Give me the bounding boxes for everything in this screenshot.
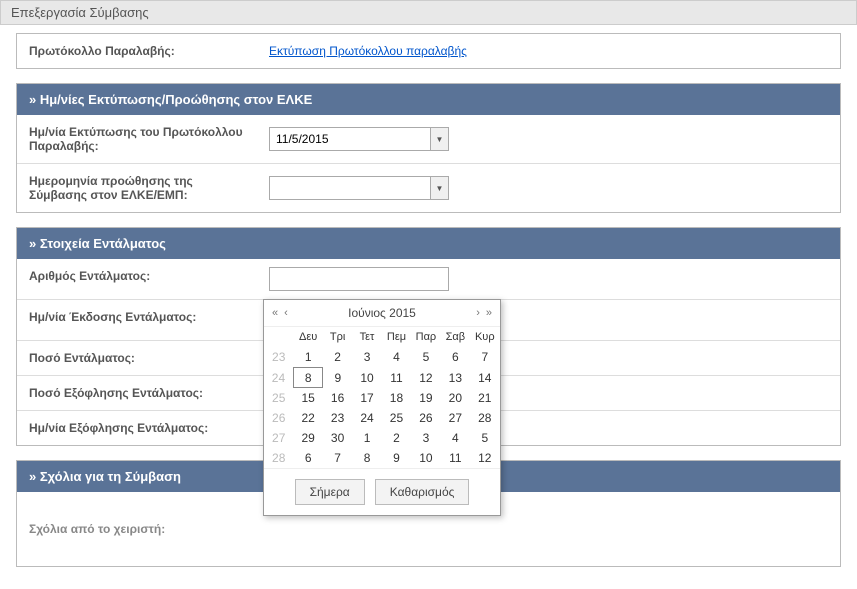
week-number: 28 bbox=[264, 448, 293, 468]
day-cell[interactable]: 16 bbox=[323, 388, 352, 409]
prev-month-icon[interactable]: ‹ bbox=[284, 307, 288, 319]
day-cell[interactable]: 23 bbox=[323, 408, 352, 428]
forward-date-label: Ημερομηνία προώθησης της Σύμβασης στον Ε… bbox=[17, 164, 257, 212]
weekday-header: Δευ bbox=[293, 327, 322, 347]
day-cell[interactable]: 15 bbox=[293, 388, 322, 409]
weekday-header: Κυρ bbox=[470, 327, 499, 347]
day-cell[interactable]: 11 bbox=[441, 448, 470, 468]
week-number: 27 bbox=[264, 428, 293, 448]
day-cell[interactable]: 8 bbox=[352, 448, 381, 468]
print-date-input[interactable] bbox=[270, 128, 430, 150]
warrant-issue-date-label: Ημ/νία Έκδοσης Εντάλματος: bbox=[17, 300, 257, 340]
week-number: 25 bbox=[264, 388, 293, 409]
week-number: 23 bbox=[264, 347, 293, 368]
day-cell[interactable]: 11 bbox=[382, 368, 411, 388]
day-cell[interactable]: 12 bbox=[411, 368, 440, 388]
week-number: 26 bbox=[264, 408, 293, 428]
day-cell[interactable]: 8 bbox=[293, 368, 322, 388]
weekday-header: Πεμ bbox=[382, 327, 411, 347]
protocol-panel: Πρωτόκολλο Παραλαβής: Εκτύπωση Πρωτόκολλ… bbox=[16, 33, 841, 69]
day-cell[interactable]: 29 bbox=[293, 428, 322, 448]
day-cell[interactable]: 3 bbox=[352, 347, 381, 368]
day-cell[interactable]: 6 bbox=[293, 448, 322, 468]
day-cell[interactable]: 9 bbox=[382, 448, 411, 468]
day-cell[interactable]: 4 bbox=[382, 347, 411, 368]
day-cell[interactable]: 10 bbox=[352, 368, 381, 388]
day-cell[interactable]: 18 bbox=[382, 388, 411, 409]
day-cell[interactable]: 30 bbox=[323, 428, 352, 448]
warrant-paid-date-label: Ημ/νία Εξόφλησης Εντάλματος: bbox=[17, 411, 257, 445]
day-cell[interactable]: 12 bbox=[470, 448, 499, 468]
day-cell[interactable]: 28 bbox=[470, 408, 499, 428]
day-cell[interactable]: 7 bbox=[323, 448, 352, 468]
day-cell[interactable]: 20 bbox=[441, 388, 470, 409]
day-cell[interactable]: 1 bbox=[293, 347, 322, 368]
day-cell[interactable]: 19 bbox=[411, 388, 440, 409]
day-cell[interactable]: 24 bbox=[352, 408, 381, 428]
week-number: 24 bbox=[264, 368, 293, 388]
page-title: Επεξεργασία Σύμβασης bbox=[0, 0, 857, 25]
warrant-number-input[interactable] bbox=[269, 267, 449, 291]
print-protocol-link[interactable]: Εκτύπωση Πρωτόκολλου παραλαβής bbox=[269, 44, 467, 58]
day-cell[interactable]: 2 bbox=[323, 347, 352, 368]
print-date-label: Ημ/νία Εκτύπωσης του Πρωτόκολλου Παραλαβ… bbox=[17, 115, 257, 163]
calendar-trigger-icon[interactable]: ▼ bbox=[430, 128, 448, 150]
day-cell[interactable]: 3 bbox=[411, 428, 440, 448]
elke-panel: » Ημ/νίες Εκτύπωσης/Προώθησης στον ΕΛΚΕ … bbox=[16, 83, 841, 213]
day-cell[interactable]: 27 bbox=[441, 408, 470, 428]
prev-year-icon[interactable]: « bbox=[272, 307, 278, 319]
datepicker-popup: « ‹ Ιούνιος 2015 › » ΔευΤριΤετΠεμΠαρΣαβΚ… bbox=[263, 299, 501, 516]
day-cell[interactable]: 6 bbox=[441, 347, 470, 368]
next-month-icon[interactable]: › bbox=[476, 307, 480, 319]
weekday-header: Σαβ bbox=[441, 327, 470, 347]
day-cell[interactable]: 9 bbox=[323, 368, 352, 388]
elke-header: » Ημ/νίες Εκτύπωσης/Προώθησης στον ΕΛΚΕ bbox=[17, 84, 840, 115]
day-cell[interactable]: 4 bbox=[441, 428, 470, 448]
next-year-icon[interactable]: » bbox=[486, 307, 492, 319]
day-cell[interactable]: 17 bbox=[352, 388, 381, 409]
day-cell[interactable]: 13 bbox=[441, 368, 470, 388]
day-cell[interactable]: 21 bbox=[470, 388, 499, 409]
day-cell[interactable]: 10 bbox=[411, 448, 440, 468]
day-cell[interactable]: 5 bbox=[411, 347, 440, 368]
weekday-header: Τετ bbox=[352, 327, 381, 347]
protocol-label: Πρωτόκολλο Παραλαβής: bbox=[17, 34, 257, 68]
day-cell[interactable]: 1 bbox=[352, 428, 381, 448]
calendar-trigger-icon[interactable]: ▼ bbox=[430, 177, 448, 199]
clear-button[interactable]: Καθαρισμός bbox=[375, 479, 470, 505]
day-cell[interactable]: 25 bbox=[382, 408, 411, 428]
day-cell[interactable]: 5 bbox=[470, 428, 499, 448]
datepicker-title[interactable]: Ιούνιος 2015 bbox=[348, 306, 416, 320]
warrant-amount-label: Ποσό Εντάλματος: bbox=[17, 341, 257, 375]
day-cell[interactable]: 7 bbox=[470, 347, 499, 368]
datepicker-grid: ΔευΤριΤετΠεμΠαρΣαβΚυρ 231234567248910111… bbox=[264, 327, 500, 468]
warrant-number-label: Αριθμός Εντάλματος: bbox=[17, 259, 257, 299]
warrant-paid-amount-label: Ποσό Εξόφλησης Εντάλματος: bbox=[17, 376, 257, 410]
day-cell[interactable]: 26 bbox=[411, 408, 440, 428]
weekday-header: Τρι bbox=[323, 327, 352, 347]
weekday-header: Παρ bbox=[411, 327, 440, 347]
forward-date-input[interactable] bbox=[270, 177, 430, 199]
day-cell[interactable]: 22 bbox=[293, 408, 322, 428]
day-cell[interactable]: 2 bbox=[382, 428, 411, 448]
today-button[interactable]: Σήμερα bbox=[295, 479, 365, 505]
day-cell[interactable]: 14 bbox=[470, 368, 499, 388]
warrant-header: » Στοιχεία Εντάλματος bbox=[17, 228, 840, 259]
